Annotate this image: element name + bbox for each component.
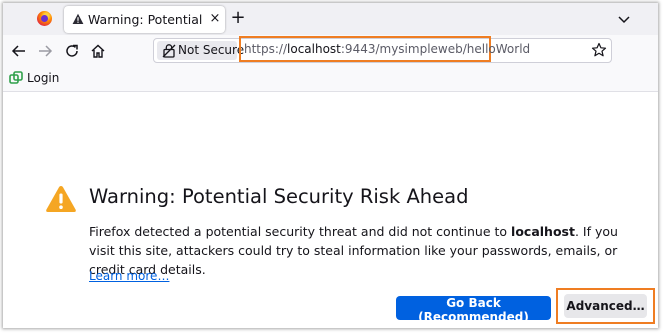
- bookmark-label: Login: [27, 71, 60, 85]
- learn-more-link[interactable]: Learn more…: [89, 267, 169, 285]
- warning-icon: [72, 13, 84, 24]
- navigation-toolbar: Not Secure https://localhost:9443/mysimp…: [3, 35, 658, 67]
- url-host: localhost: [287, 42, 341, 56]
- advanced-highlight-box: Advanced…: [556, 288, 655, 324]
- url-text[interactable]: https://localhost:9443/mysimpleweb/hello…: [244, 40, 530, 58]
- chevron-down-icon[interactable]: [615, 10, 633, 28]
- url-highlight-box: https://localhost:9443/mysimpleweb/hello…: [239, 36, 530, 62]
- not-secure-label: Not Secure: [178, 43, 245, 57]
- reload-icon[interactable]: [63, 42, 81, 60]
- page-title: Warning: Potential Security Risk Ahead: [89, 185, 469, 208]
- site-security-indicator[interactable]: Not Secure: [157, 41, 244, 60]
- forward-arrow-icon[interactable]: [36, 42, 54, 60]
- go-back-button[interactable]: Go Back (Recommended): [396, 296, 551, 324]
- error-description: Firefox detected a potential security th…: [89, 222, 634, 279]
- star-icon[interactable]: [591, 42, 607, 58]
- browser-window: Warning: Potential Security Risk Ahead ×…: [3, 3, 658, 328]
- tab-title: Warning: Potential Security Risk Ahead: [88, 12, 206, 27]
- error-page: Warning: Potential Security Risk Ahead F…: [3, 92, 658, 328]
- bookmarks-toolbar: Login: [3, 67, 658, 92]
- url-path: :9443/mysimpleweb/helloWorld: [340, 42, 531, 56]
- tab-security-warning[interactable]: Warning: Potential Security Risk Ahead ×: [64, 6, 225, 33]
- tab-close-icon[interactable]: ×: [208, 11, 222, 27]
- address-bar[interactable]: Not Secure https://localhost:9443/mysimp…: [153, 36, 612, 63]
- description-text-start: Firefox detected a potential security th…: [89, 224, 512, 239]
- back-arrow-icon[interactable]: [10, 42, 28, 60]
- tab-strip: Warning: Potential Security Risk Ahead ×…: [3, 3, 658, 35]
- warning-icon: [46, 186, 76, 212]
- new-tab-button[interactable]: +: [230, 8, 246, 28]
- lock-insecure-icon: [162, 44, 176, 58]
- url-scheme: https://: [244, 42, 288, 56]
- home-icon[interactable]: [89, 42, 107, 60]
- firefox-icon[interactable]: [37, 11, 52, 26]
- description-host: localhost: [511, 224, 575, 239]
- bookmark-favicon-icon: [9, 71, 23, 84]
- advanced-button[interactable]: Advanced…: [564, 294, 647, 318]
